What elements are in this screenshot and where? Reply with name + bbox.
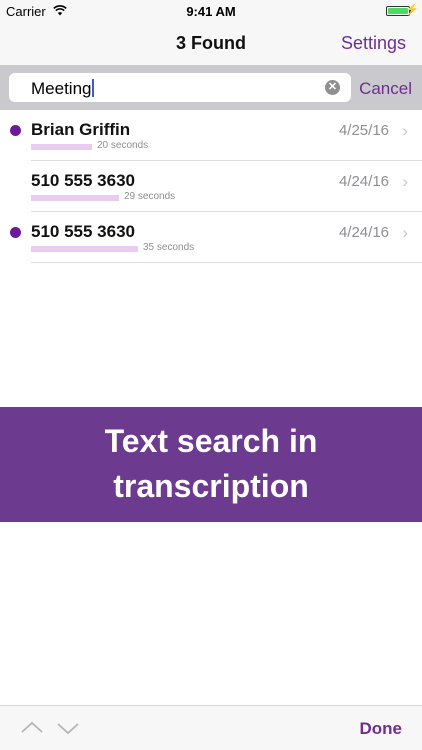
banner-line-1: Text search in [104,423,318,459]
row-divider [31,262,422,263]
list-item[interactable]: Brian Griffin 20 seconds 4/25/16 › [0,110,422,161]
search-input[interactable]: Meeting ✕ [9,73,351,102]
caller-name: 510 555 3630 [31,171,135,190]
unread-dot-icon [10,227,21,238]
call-date: 4/24/16 [338,173,389,190]
status-time: 9:41 AM [186,4,236,19]
chevron-up-icon[interactable] [21,718,43,738]
navigation-bar: 3 Found Settings [0,22,422,65]
search-query: Meeting [31,79,92,98]
list-item[interactable]: 510 555 3630 29 seconds 4/24/16 › [0,161,422,212]
charging-icon: ⚡ [405,4,419,16]
text-cursor [92,79,95,97]
call-date: 4/24/16 [338,224,389,241]
duration-bar [31,246,138,252]
duration-bar [31,144,92,150]
done-button[interactable]: Done [360,719,403,739]
duration-label: 29 seconds [124,191,176,202]
status-bar: Carrier 9:41 AM ⚡ [0,0,422,22]
chevron-down-icon[interactable] [57,718,79,738]
banner-line-2: transcription [113,468,309,504]
chevron-right-icon: › [402,223,408,242]
promo-banner: Text search in transcription [0,407,422,522]
clear-icon[interactable]: ✕ [325,80,340,95]
caller-name: 510 555 3630 [31,222,135,241]
bottom-toolbar: Done [0,705,422,750]
settings-button[interactable]: Settings [341,33,406,54]
duration-bar [31,195,119,201]
unread-dot-icon [10,125,21,136]
search-bar: Meeting ✕ Cancel [0,65,422,110]
call-date: 4/25/16 [338,122,389,139]
duration-label: 20 seconds [97,140,149,151]
chevron-right-icon: › [402,172,408,191]
list-item[interactable]: 510 555 3630 35 seconds 4/24/16 › [0,212,422,263]
duration-label: 35 seconds [143,242,195,253]
cancel-button[interactable]: Cancel [359,79,412,99]
chevron-right-icon: › [402,121,408,140]
caller-name: Brian Griffin [31,120,131,139]
